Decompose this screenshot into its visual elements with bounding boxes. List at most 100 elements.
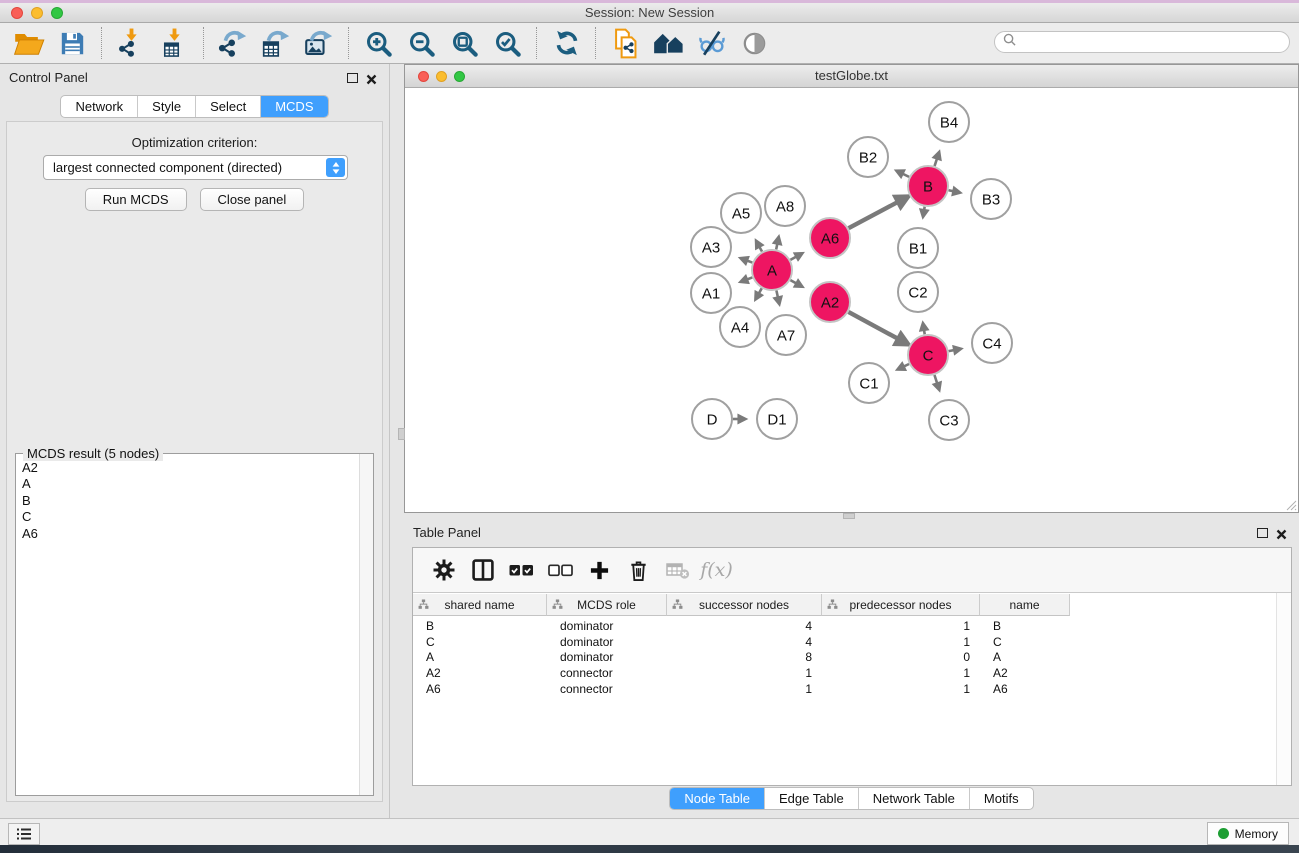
task-history-button[interactable] bbox=[8, 823, 40, 845]
add-row-icon[interactable] bbox=[582, 553, 617, 587]
mcds-result-item[interactable]: A bbox=[17, 476, 359, 492]
graph-edge-A-A2[interactable] bbox=[790, 280, 801, 286]
search-input[interactable] bbox=[1021, 32, 1289, 52]
graph-edge-A-A8[interactable] bbox=[776, 238, 778, 249]
open-file-icon[interactable] bbox=[8, 25, 51, 61]
columns-icon[interactable] bbox=[465, 553, 500, 587]
memory-button[interactable]: Memory bbox=[1207, 822, 1289, 845]
cell-shared-name: A6 bbox=[413, 682, 547, 696]
optimization-criterion-select[interactable]: largest connected component (directed) bbox=[43, 155, 348, 180]
close-table-panel-icon[interactable] bbox=[1276, 527, 1287, 538]
cell-MCDS-role: connector bbox=[547, 682, 667, 696]
network-close-icon[interactable] bbox=[418, 71, 429, 82]
graph-node-label: A6 bbox=[821, 230, 839, 247]
delete-row-icon[interactable] bbox=[621, 553, 656, 587]
column-header-predecessor-nodes[interactable]: predecessor nodes bbox=[822, 594, 980, 616]
graph-edge-B-B4[interactable] bbox=[935, 153, 939, 166]
network-minimize-icon[interactable] bbox=[436, 71, 447, 82]
mcds-result-item[interactable]: B bbox=[17, 493, 359, 509]
graph-node-label: C2 bbox=[908, 284, 927, 301]
zoom-selected-icon[interactable] bbox=[486, 25, 529, 61]
graph-edge-A-A4[interactable] bbox=[756, 288, 762, 298]
graph-edge-A-A5[interactable] bbox=[757, 242, 762, 252]
export-network-icon[interactable] bbox=[212, 25, 255, 61]
table-scrollbar[interactable] bbox=[1276, 593, 1291, 785]
column-header-shared-name[interactable]: shared name bbox=[413, 594, 547, 616]
tab-network-table[interactable]: Network Table bbox=[858, 788, 969, 809]
close-window-icon[interactable] bbox=[11, 7, 23, 19]
import-network-icon[interactable] bbox=[110, 25, 153, 61]
mcds-result-item[interactable]: A6 bbox=[17, 526, 359, 542]
close-panel-button[interactable]: Close panel bbox=[200, 188, 305, 211]
column-header-name[interactable]: name bbox=[980, 594, 1070, 616]
resize-grip-icon[interactable] bbox=[1284, 498, 1297, 511]
graph-edge-A6-B[interactable] bbox=[849, 198, 906, 228]
tab-mcds[interactable]: MCDS bbox=[260, 96, 327, 117]
select-all-icon[interactable] bbox=[504, 553, 539, 587]
network-canvas[interactable]: AA1A2A3A4A5A6A7A8BB1B2B3B4CC1C2C3C4DD1 bbox=[405, 88, 1298, 512]
mcds-result-box: MCDS result (5 nodes) A2ABCA6 bbox=[15, 453, 374, 796]
eye-icon[interactable] bbox=[733, 25, 776, 61]
maximize-window-icon[interactable] bbox=[51, 7, 63, 19]
toolbar-separator bbox=[101, 27, 103, 59]
close-panel-icon[interactable] bbox=[366, 72, 377, 83]
mcds-result-item[interactable]: A2 bbox=[17, 460, 359, 476]
cell-predecessor-nodes: 1 bbox=[822, 619, 980, 633]
graph-edge-C-C1[interactable] bbox=[899, 364, 909, 369]
graph-edge-B-B3[interactable] bbox=[949, 190, 959, 192]
column-header-successor-nodes[interactable]: successor nodes bbox=[667, 594, 822, 616]
mcds-result-item[interactable]: C bbox=[17, 509, 359, 525]
mcds-result-list: A2ABCA6 bbox=[17, 460, 359, 794]
list-icon bbox=[16, 827, 32, 841]
cell-successor-nodes: 1 bbox=[667, 682, 822, 696]
graph-edge-C-C2[interactable] bbox=[923, 325, 925, 335]
settings-gear-icon[interactable] bbox=[426, 553, 461, 587]
float-panel-icon[interactable] bbox=[347, 73, 358, 83]
criterion-value: largest connected component (directed) bbox=[44, 160, 326, 175]
deselect-all-icon[interactable] bbox=[543, 553, 578, 587]
tab-node-table[interactable]: Node Table bbox=[670, 788, 764, 809]
tab-style[interactable]: Style bbox=[137, 96, 195, 117]
zoom-fit-icon[interactable] bbox=[443, 25, 486, 61]
run-mcds-button[interactable]: Run MCDS bbox=[85, 188, 187, 211]
table-row[interactable]: Bdominator41B bbox=[413, 618, 1276, 634]
graph-node-label: A1 bbox=[702, 285, 720, 302]
home-icon[interactable] bbox=[647, 25, 690, 61]
hide-panels-icon[interactable] bbox=[690, 25, 733, 61]
network-maximize-icon[interactable] bbox=[454, 71, 465, 82]
table-row[interactable]: Cdominator41C bbox=[413, 634, 1276, 650]
table-row[interactable]: A6connector11A6 bbox=[413, 681, 1276, 697]
save-session-icon[interactable] bbox=[51, 25, 94, 61]
zoom-in-icon[interactable] bbox=[357, 25, 400, 61]
graph-edge-C-C4[interactable] bbox=[949, 349, 960, 351]
toolbar-separator bbox=[203, 27, 205, 59]
import-table-icon[interactable] bbox=[153, 25, 196, 61]
tab-motifs[interactable]: Motifs bbox=[969, 788, 1033, 809]
graph-edge-C-C3[interactable] bbox=[934, 375, 938, 389]
refresh-icon[interactable] bbox=[545, 25, 588, 61]
float-table-panel-icon[interactable] bbox=[1257, 528, 1268, 538]
graph-edge-B-B2[interactable] bbox=[898, 171, 909, 177]
export-table-icon[interactable] bbox=[255, 25, 298, 61]
mcds-result-scrollbar[interactable] bbox=[359, 454, 373, 795]
graph-edge-B-B1[interactable] bbox=[923, 207, 924, 216]
tab-network[interactable]: Network bbox=[61, 96, 137, 117]
graph-edge-A-A7[interactable] bbox=[776, 291, 779, 303]
search-box[interactable] bbox=[994, 31, 1290, 53]
zoom-out-icon[interactable] bbox=[400, 25, 443, 61]
export-image-icon[interactable] bbox=[298, 25, 341, 61]
graph-edge-A2-C[interactable] bbox=[848, 312, 906, 343]
table-row[interactable]: A2connector11A2 bbox=[413, 665, 1276, 681]
graph-edge-A-A1[interactable] bbox=[742, 277, 752, 281]
minimize-window-icon[interactable] bbox=[31, 7, 43, 19]
graph-node-label: C bbox=[923, 347, 934, 364]
table-row[interactable]: Adominator80A bbox=[413, 649, 1276, 665]
sort-hierarchy-icon bbox=[672, 599, 683, 613]
tab-edge-table[interactable]: Edge Table bbox=[764, 788, 858, 809]
graph-edge-A-A3[interactable] bbox=[742, 259, 752, 263]
clone-network-icon[interactable] bbox=[604, 25, 647, 61]
column-header-MCDS-role[interactable]: MCDS role bbox=[547, 594, 667, 616]
tab-select[interactable]: Select bbox=[195, 96, 260, 117]
vertical-divider-handle[interactable] bbox=[398, 428, 405, 440]
graph-edge-A-A6[interactable] bbox=[790, 254, 801, 260]
